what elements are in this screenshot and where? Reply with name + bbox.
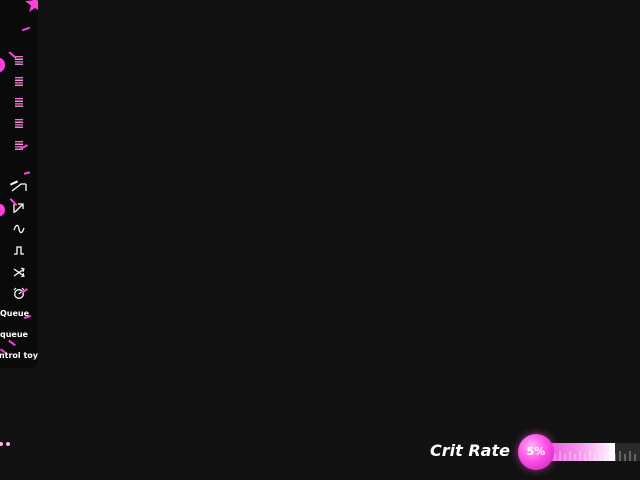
square-wave-icon: [14, 246, 24, 255]
timer-tool-button[interactable]: [0, 283, 38, 303]
crit-rate-label: Crit Rate: [430, 441, 510, 460]
timer-icon: [13, 287, 25, 299]
menu-button-5[interactable]: [0, 135, 38, 155]
star-icon: [25, 0, 38, 12]
game-stage: Queue queue ntrol toy Crit Rate 5%: [0, 0, 640, 480]
menu-button-1[interactable]: [0, 50, 38, 70]
queue-button[interactable]: queue: [0, 327, 38, 343]
left-toolbar: Queue queue ntrol toy: [0, 0, 38, 368]
sine-wave-icon: [13, 224, 25, 234]
sine-tool-button[interactable]: [0, 219, 38, 239]
arrow-tool-button[interactable]: [0, 198, 38, 218]
control-toy-button[interactable]: ntrol toy: [0, 348, 38, 364]
menu-button-4[interactable]: [0, 113, 38, 133]
shuffle-tool-button[interactable]: [0, 262, 38, 282]
list-icon: [15, 119, 23, 128]
crit-rate-value: 5%: [526, 445, 546, 458]
menu-button-3[interactable]: [0, 92, 38, 112]
list-icon: [15, 141, 23, 150]
page-dots: [0, 442, 10, 446]
sparkle-decoration: [21, 26, 31, 32]
list-icon: [15, 98, 23, 107]
list-icon: [15, 56, 23, 65]
menu-button-2[interactable]: [0, 71, 38, 91]
list-icon: [15, 77, 23, 86]
arrow-up-right-icon: [13, 203, 24, 213]
sparkle-decoration: [23, 171, 31, 175]
queue-button[interactable]: Queue: [0, 306, 38, 322]
ramp-icon: [11, 183, 27, 192]
square-tool-button[interactable]: [0, 240, 38, 260]
ramp-tool-button[interactable]: [0, 177, 38, 197]
shuffle-icon: [13, 267, 25, 277]
